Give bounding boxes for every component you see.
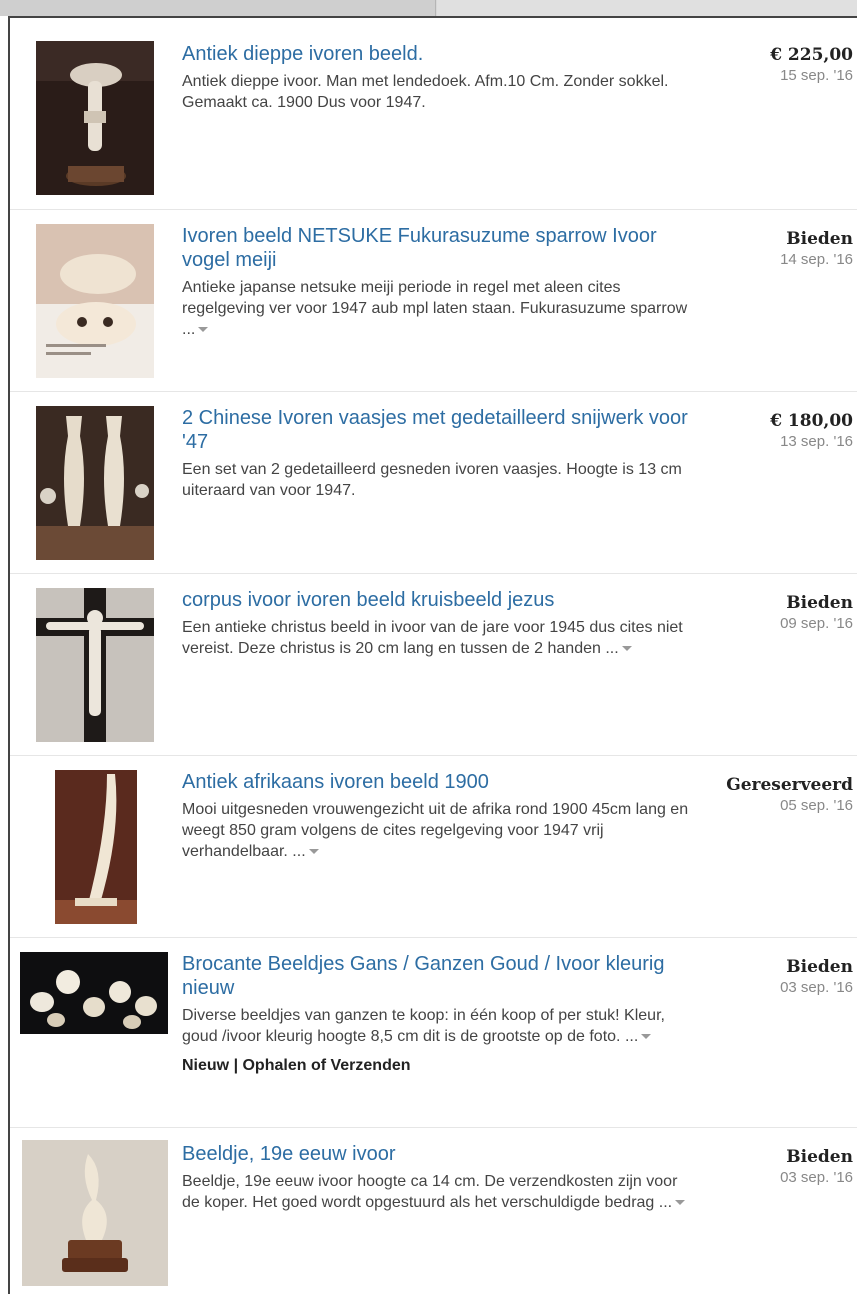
vases-photo[interactable] — [36, 406, 154, 560]
tusk-photo[interactable] — [55, 770, 137, 924]
listing-item[interactable]: Ivoren beeld NETSUKE Fukurasuzume sparro… — [10, 210, 857, 392]
listing-title[interactable]: Antiek dieppe ivoren beeld. — [182, 42, 692, 66]
listing-date: 13 sep. '16 — [780, 433, 853, 450]
listing-price: Gereserveerd — [726, 775, 853, 795]
statuette-photo[interactable] — [22, 1140, 168, 1286]
listing-price: Bieden — [786, 957, 853, 977]
listing-item[interactable]: corpus ivoor ivoren beeld kruisbeeld jez… — [10, 574, 857, 756]
listing-description: Beeldje, 19e eeuw ivoor hoogte ca 14 cm.… — [182, 1171, 692, 1213]
listing-item[interactable]: Brocante Beeldjes Gans / Ganzen Goud / I… — [10, 938, 857, 1128]
tab-left[interactable] — [0, 0, 436, 16]
listing-title[interactable]: Antiek afrikaans ivoren beeld 1900 — [182, 770, 692, 794]
listing-item[interactable]: Antiek afrikaans ivoren beeld 1900 Mooi … — [10, 756, 857, 938]
listing-price: Bieden — [786, 229, 853, 249]
listing-price: Bieden — [786, 1147, 853, 1167]
listing-description: Een antieke christus beeld in ivoor van … — [182, 619, 683, 657]
listing-description: Antiek dieppe ivoor. Man met lendedoek. … — [182, 73, 669, 111]
expand-chevron-icon[interactable] — [641, 1034, 652, 1040]
listing-price: € 180,00 — [770, 411, 853, 431]
listing-price: Bieden — [786, 593, 853, 613]
listing-price: € 225,00 — [770, 45, 853, 65]
listing-title[interactable]: 2 Chinese Ivoren vaasjes met gedetaillee… — [182, 406, 692, 454]
listing-date: 14 sep. '16 — [780, 251, 853, 268]
listing-description: Mooi uitgesneden vrouwengezicht uit de a… — [182, 801, 689, 860]
expand-chevron-icon[interactable] — [621, 646, 632, 652]
listing-title[interactable]: Beeldje, 19e eeuw ivoor — [182, 1142, 692, 1166]
listing-title[interactable]: Ivoren beeld NETSUKE Fukurasuzume sparro… — [182, 224, 692, 272]
expand-chevron-icon[interactable] — [675, 1200, 686, 1206]
crucifix-photo[interactable] — [36, 588, 154, 742]
netsuke-photo[interactable] — [36, 224, 154, 378]
listing-attributes: Nieuw | Ophalen of Verzenden — [182, 1057, 411, 1074]
listing-date: 03 sep. '16 — [780, 979, 853, 996]
top-tab-strip — [0, 0, 857, 16]
expand-chevron-icon[interactable] — [198, 327, 209, 333]
listing-panel: Antiek dieppe ivoren beeld. Antiek diepp… — [8, 16, 857, 1294]
listing-title[interactable]: corpus ivoor ivoren beeld kruisbeeld jez… — [182, 588, 692, 612]
listing-date: 09 sep. '16 — [780, 615, 853, 632]
listing-item[interactable]: Beeldje, 19e eeuw ivoor Beeldje, 19e eeu… — [10, 1128, 857, 1294]
listing-date: 03 sep. '16 — [780, 1169, 853, 1186]
expand-chevron-icon[interactable] — [308, 849, 319, 855]
ivory-figure-photo[interactable] — [36, 41, 154, 195]
listing-date: 05 sep. '16 — [780, 797, 853, 814]
listing-title[interactable]: Brocante Beeldjes Gans / Ganzen Goud / I… — [182, 952, 692, 1000]
listing-description: Diverse beeldjes van ganzen te koop: in … — [182, 1007, 665, 1045]
listing-description: Antieke japanse netsuke meiji periode in… — [182, 279, 688, 338]
listing-item[interactable]: Antiek dieppe ivoren beeld. Antiek diepp… — [10, 18, 857, 210]
listing-date: 15 sep. '16 — [780, 67, 853, 84]
tab-right[interactable] — [437, 0, 857, 16]
geese-photo[interactable] — [20, 952, 168, 1034]
listing-item[interactable]: 2 Chinese Ivoren vaasjes met gedetaillee… — [10, 392, 857, 574]
listing-description: Een set van 2 gedetailleerd gesneden ivo… — [182, 461, 682, 499]
